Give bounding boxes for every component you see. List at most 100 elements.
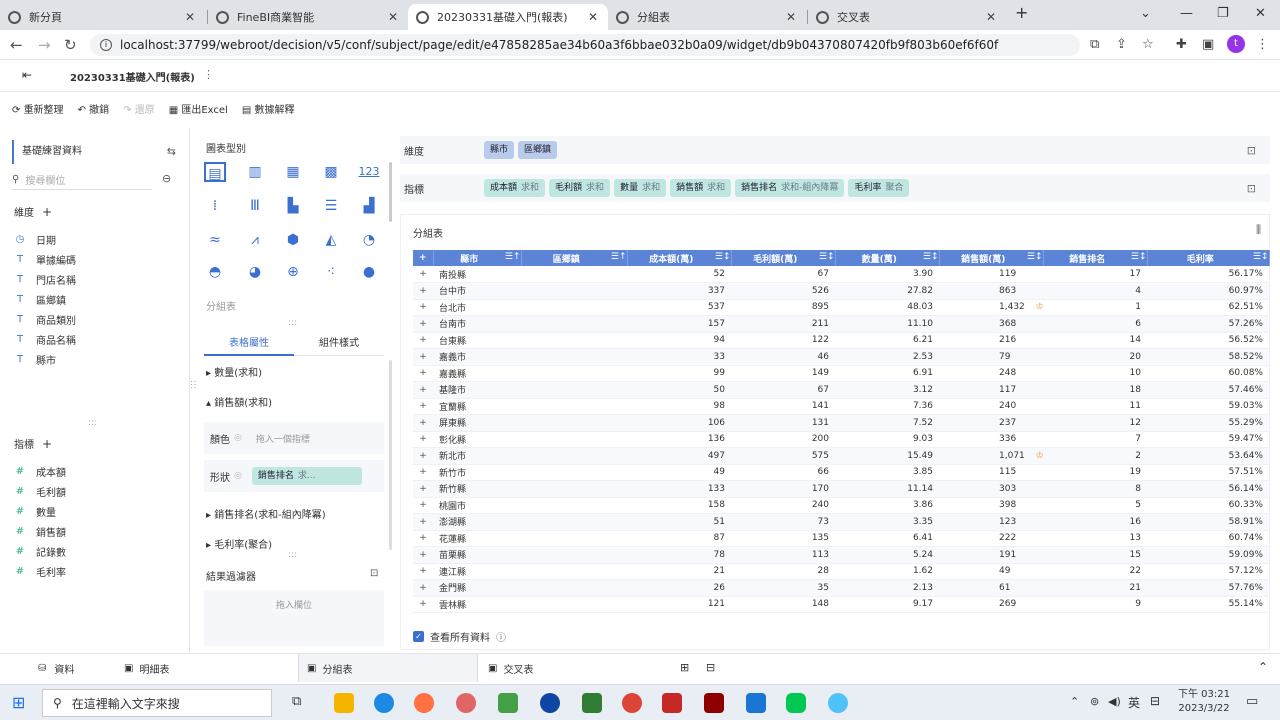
panel-resize-handle[interactable]: ::: (188, 380, 198, 389)
kpi-icon[interactable]: 123 (358, 162, 380, 182)
tab-component-style[interactable]: 組件樣式 (294, 334, 384, 356)
resize-handle[interactable]: ::: (88, 418, 97, 428)
section-margin[interactable]: ▸ 毛利率(聚合) (206, 536, 272, 551)
add-dashboard-icon[interactable]: ⊟ (706, 661, 715, 674)
mea-pill-sales[interactable]: 銷售額 求和 (670, 179, 732, 197)
reload-icon[interactable]: ↻ (64, 36, 77, 54)
browser-tab-group[interactable]: 分組表 ✕ (608, 4, 806, 30)
expand-row-icon[interactable]: + (413, 546, 433, 564)
lock-icon[interactable]: ⊡ (1247, 144, 1256, 157)
field-category[interactable]: T 商品類別 (14, 312, 76, 327)
map-icon[interactable]: ⊕ (282, 262, 304, 282)
field-store[interactable]: T 門店名稱 (14, 272, 76, 287)
line-chart-icon[interactable]: ≈ (204, 230, 226, 250)
app-icon[interactable] (540, 693, 560, 713)
expand-row-icon[interactable]: + (413, 447, 433, 465)
table-row[interactable]: + 屏東縣 106 131 7.52 237 12 55.29% (413, 414, 1269, 432)
notification-icon[interactable]: ▭ (1246, 694, 1258, 709)
refresh-button[interactable]: ⟳ 重新整理 (12, 101, 64, 116)
tab-group-active[interactable]: ▣ 分組表 (298, 654, 478, 682)
dim-pill-county[interactable]: 縣市 (484, 141, 515, 159)
browser-tab-finebi[interactable]: FineBI商業智能 ✕ (208, 4, 408, 30)
ime-indicator[interactable]: 英 (1128, 694, 1140, 711)
xbox-icon[interactable] (582, 693, 602, 713)
table-row[interactable]: + 嘉義市 33 46 2.53 79 20 58.52% (413, 348, 1269, 366)
firefox-icon[interactable] (414, 693, 434, 713)
add-meas-icon[interactable]: + (42, 437, 52, 451)
hbar-chart-icon[interactable]: ☰ (320, 196, 342, 216)
menu-icon[interactable]: ⋮ (1256, 37, 1269, 52)
shape-drop-zone[interactable]: 形狀 ◎ 銷售排名 求... (204, 460, 384, 492)
expand-row-icon[interactable]: + (413, 398, 433, 415)
data-explain-button[interactable]: ▤ 數據解釋 (242, 101, 295, 116)
restore-icon[interactable]: ❐ (1217, 6, 1229, 21)
close-icon[interactable]: ✕ (986, 10, 996, 24)
field-qty[interactable]: # 數量 (14, 504, 56, 519)
browser-tab-new[interactable]: 新分頁 ✕ (0, 4, 205, 30)
line-icon[interactable] (786, 693, 806, 713)
section-qty[interactable]: ▸ 數量(求和) (206, 364, 262, 379)
lock-icon[interactable]: ⊡ (370, 568, 378, 579)
col-header-district[interactable]: 區鄉鎮 ☰↑ (521, 250, 628, 266)
table-row[interactable]: + 新竹縣 133 170 11.14 303 8 56.14% (413, 480, 1269, 498)
task-view-icon[interactable]: ⧉ (292, 694, 301, 709)
filter-drop-zone[interactable]: 拖入欄位 (204, 590, 384, 646)
table-row[interactable]: + 連江縣 21 28 1.62 49 22 57.12% (413, 563, 1269, 580)
multi-chart-icon[interactable]: ▩ (320, 162, 342, 182)
col-header-rank[interactable]: 銷售排名 ☰↕ (1043, 250, 1148, 266)
col-header-county[interactable]: 縣市 ☰↑ (433, 250, 522, 266)
add-component-icon[interactable]: ⊞ (680, 661, 689, 674)
table-row[interactable]: + 桃園市 158 240 3.86 398 5 60.33% (413, 497, 1269, 514)
multi-line-icon[interactable]: ⩘ (244, 230, 266, 250)
field-cost[interactable]: # 成本額 (14, 464, 66, 479)
chart-type-scrollbar[interactable] (389, 162, 392, 222)
table-row[interactable]: + 苗栗縣 78 113 5.24 191 15 59.09% (413, 546, 1269, 564)
radar-icon[interactable]: ⬢ (282, 230, 304, 250)
expand-row-icon[interactable]: + (413, 414, 433, 432)
share-icon[interactable]: ⇪ (1116, 37, 1127, 52)
expand-row-icon[interactable]: + (413, 579, 433, 597)
field-search-input[interactable]: ⚲ 搜尋欄位 (12, 170, 152, 190)
table-row[interactable]: + 彰化縣 136 200 9.03 336 7 59.47% (413, 431, 1269, 448)
expand-row-icon[interactable]: + (413, 381, 433, 399)
table-row[interactable]: + 新北市 497 575 15.49 1,071 ♔ 2 53.64% (413, 447, 1269, 465)
sidebar-icon[interactable]: ▣ (1202, 37, 1214, 52)
edge-icon[interactable] (374, 693, 394, 713)
table-row[interactable]: + 嘉義縣 99 149 6.91 248 10 60.08% (413, 365, 1269, 382)
mea-pill-cost[interactable]: 成本額 求和 (484, 179, 546, 197)
field-date[interactable]: ◷ 日期 (14, 232, 56, 247)
col-header-sales[interactable]: 銷售額(萬) ☰↕ (939, 250, 1044, 266)
app-icon[interactable] (662, 693, 682, 713)
expand-row-icon[interactable]: + (413, 596, 433, 613)
close-icon[interactable]: ✕ (185, 10, 195, 24)
table-row[interactable]: + 宜蘭縣 98 141 7.36 240 11 59.03% (413, 398, 1269, 415)
bubble-icon[interactable]: ● (358, 262, 380, 282)
gauge-icon[interactable]: ◔ (358, 230, 380, 250)
expand-row-icon[interactable]: + (413, 563, 433, 580)
expand-row-icon[interactable]: + (413, 513, 433, 531)
measure-shelf[interactable]: 指標 成本額 求和 毛利額 求和 數量 求和 銷售額 求和 銷售排名 求和-組內降冪 毛利… (400, 174, 1270, 202)
color-drop-zone[interactable]: 顏色 ◎ 拖入一個指標 (204, 422, 384, 454)
add-dim-icon[interactable]: + (42, 205, 52, 219)
avatar[interactable]: t (1227, 35, 1245, 53)
table-chart-icon[interactable]: ▤ (204, 162, 226, 182)
mea-pill-margin[interactable]: 毛利率 聚合 (848, 179, 910, 197)
sort-icon[interactable]: ☰↕ (715, 252, 731, 262)
col-header-profit[interactable]: 毛利額(萬) ☰↕ (731, 250, 836, 266)
table-row[interactable]: + 台南市 157 211 11.10 368 6 57.26% (413, 315, 1269, 333)
close-icon[interactable]: ✕ (588, 10, 598, 24)
mea-pill-qty[interactable]: 數量 求和 (614, 179, 667, 197)
browser-tab-report[interactable]: 20230331基礎入門(報表) ✕ (408, 4, 608, 30)
close-icon[interactable]: ✕ (786, 10, 796, 24)
tab-data[interactable]: ⛁ 資料 (38, 661, 74, 676)
volume-icon[interactable]: ◀) (1108, 695, 1121, 708)
view-all-checkbox[interactable]: ✓ 查看所有資料 ⓘ (413, 629, 506, 644)
expand-row-icon[interactable]: + (413, 530, 433, 547)
app-icon[interactable] (456, 693, 476, 713)
table-row[interactable]: + 台北市 537 895 48.03 1,432 ♔ 1 62.51% (413, 299, 1269, 316)
dimension-shelf[interactable]: 維度 縣市 區鄉鎮 ⊡ (400, 136, 1270, 164)
dataset-selector[interactable]: 基礎練習資料 ⇆ (12, 140, 182, 164)
back-icon[interactable]: ← (10, 36, 23, 54)
expand-row-icon[interactable]: + (413, 299, 433, 316)
export-excel-button[interactable]: ▦ 匯出Excel (169, 101, 228, 116)
